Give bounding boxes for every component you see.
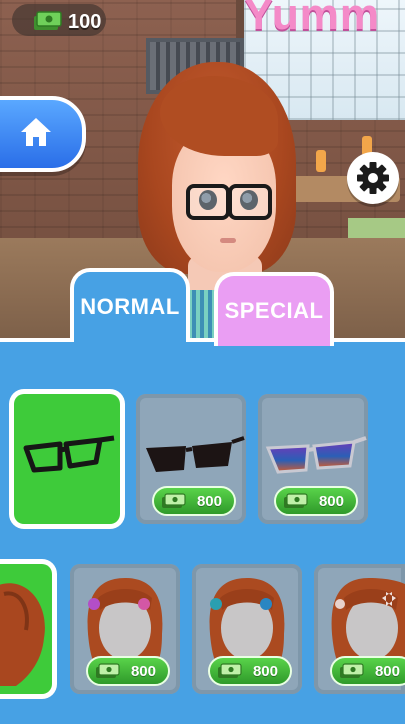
glasses-lens-left [186, 184, 230, 220]
money-amount: 100 [68, 11, 102, 33]
shop-sign: Yumm [244, 0, 381, 39]
cash-icon [96, 663, 120, 678]
glasses-icon [23, 435, 115, 473]
price-value: 800 [196, 492, 222, 510]
cash-icon [34, 11, 62, 30]
home-icon [21, 118, 51, 146]
price-value: 800 [318, 492, 344, 510]
tab-special[interactable]: SPECIAL [214, 272, 334, 346]
money-counter: 100 [12, 4, 106, 36]
glasses-lens-right [228, 184, 272, 220]
cash-icon [284, 493, 308, 508]
price-value: 800 [252, 662, 278, 680]
item-card-hair-teal-clip[interactable]: 800 [192, 564, 302, 694]
hair-icon [0, 583, 45, 686]
price-tag: 800 [152, 486, 236, 516]
character-mouth [220, 238, 236, 243]
price-value: 800 [130, 662, 156, 680]
price-value: 800 [374, 662, 400, 680]
item-card-hair-bow[interactable]: 800 [314, 564, 405, 694]
cash-icon [340, 663, 364, 678]
price-tag: 800 [274, 486, 358, 516]
cash-icon [218, 663, 242, 678]
price-tag: 800 [86, 656, 170, 686]
item-card-black-glasses[interactable] [14, 394, 120, 524]
price-tag: 800 [330, 656, 405, 686]
price-tag: 800 [208, 656, 292, 686]
item-panel: 800 800 800 800 800 [0, 338, 405, 724]
bottle [316, 150, 326, 172]
item-card-gradient-sunglasses[interactable]: 800 [258, 394, 368, 524]
item-card-brown-hair[interactable] [0, 564, 52, 694]
tab-normal[interactable]: NORMAL [70, 268, 190, 342]
cash-icon [162, 493, 186, 508]
settings-button[interactable] [347, 152, 399, 204]
gear-icon [357, 162, 389, 194]
home-button[interactable] [0, 96, 86, 172]
item-card-hair-pink-clip[interactable]: 800 [70, 564, 180, 694]
item-card-dark-sunglasses[interactable]: 800 [136, 394, 246, 524]
